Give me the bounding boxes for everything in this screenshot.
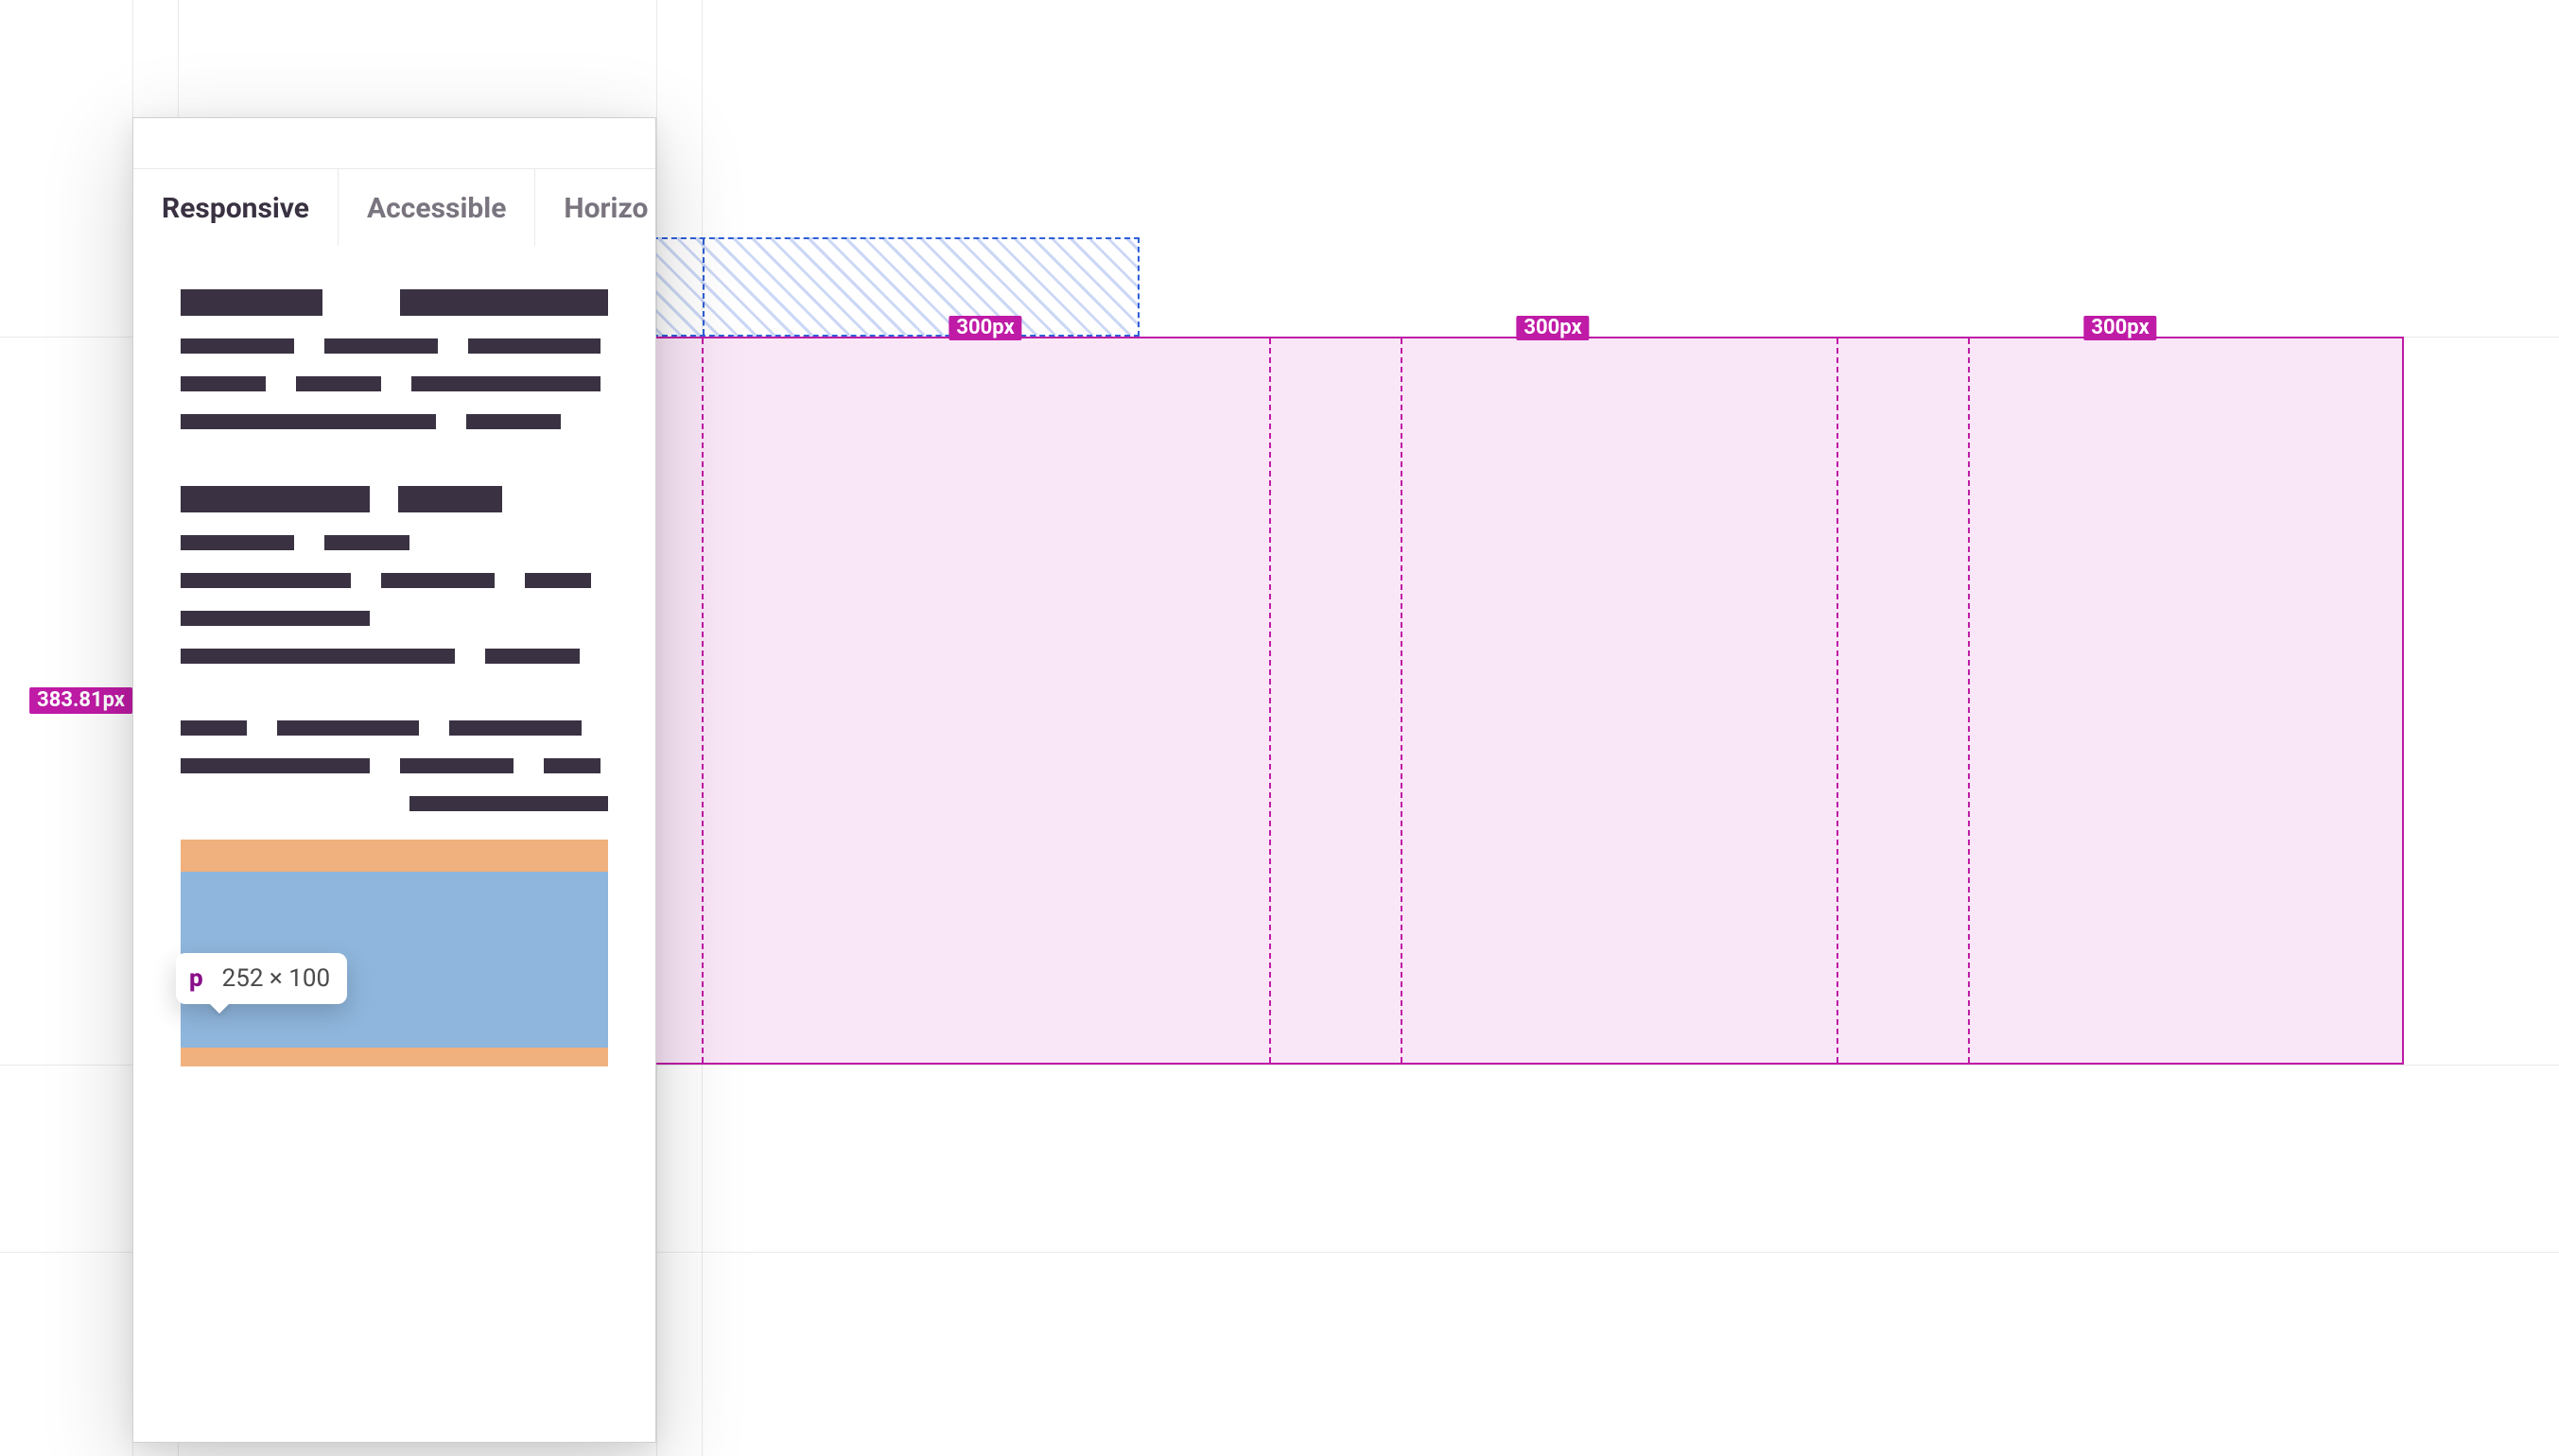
- grid-column-line: [1837, 338, 1838, 1063]
- heading-placeholder: [181, 289, 608, 316]
- grid-column-line: [702, 338, 704, 1063]
- tab-bar: Responsive Accessible Horizo: [133, 168, 655, 246]
- selection-height-badge: 383.81px: [29, 687, 132, 714]
- tab-horizontal-partial[interactable]: Horizo: [535, 169, 655, 246]
- paragraph-placeholder: [181, 338, 608, 429]
- column-width-badge: 300px: [2083, 316, 2156, 340]
- tab-accessible[interactable]: Accessible: [339, 169, 535, 246]
- box-model-margin-top: [181, 840, 608, 872]
- device-chrome: [133, 118, 655, 168]
- flex-row-divider: [703, 239, 705, 335]
- column-width-badge: 300px: [949, 316, 1021, 340]
- content-block: [181, 720, 608, 811]
- inspect-tooltip-dims: 252 × 100: [222, 964, 330, 993]
- heading-placeholder: [181, 486, 608, 512]
- paragraph-placeholder: [181, 535, 608, 664]
- content-block: [181, 289, 608, 429]
- inspect-tooltip: p 252 × 100: [176, 953, 347, 1004]
- column-width-badge: 300px: [1516, 316, 1589, 340]
- grid-column-line: [1269, 338, 1271, 1063]
- paragraph-placeholder: [181, 720, 608, 811]
- device-content: [133, 246, 655, 1066]
- content-block: [181, 486, 608, 664]
- inspect-tooltip-tag: p: [189, 964, 203, 993]
- device-preview-frame: Responsive Accessible Horizo: [132, 117, 656, 1443]
- tab-responsive[interactable]: Responsive: [133, 169, 339, 246]
- grid-column-line: [1401, 338, 1402, 1063]
- box-model-margin-bottom: [181, 1048, 608, 1066]
- grid-column-line: [1968, 338, 1970, 1063]
